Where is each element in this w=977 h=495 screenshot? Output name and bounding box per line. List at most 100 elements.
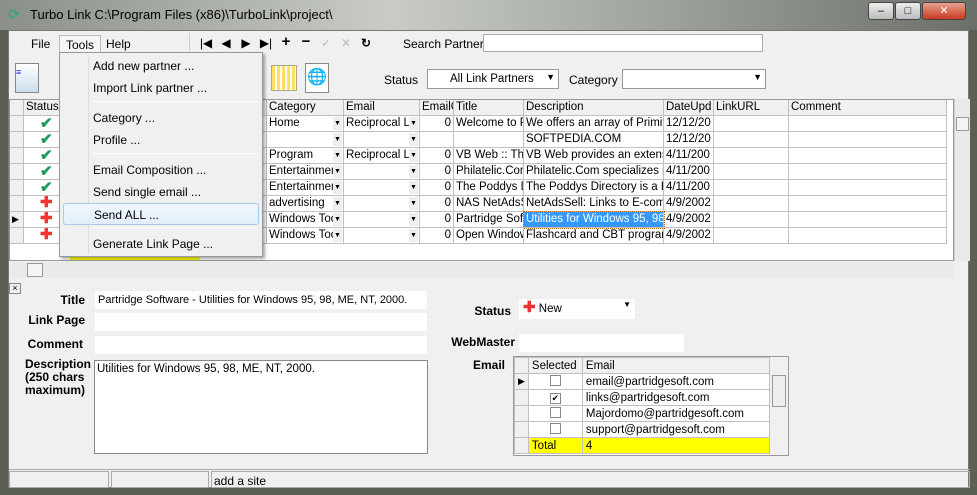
last-record-button[interactable]: ▶|	[257, 36, 275, 50]
column-header[interactable]: LinkURL	[714, 100, 789, 116]
dropdown-icon[interactable]: ▼	[409, 197, 418, 210]
email-cell[interactable]: ▼	[344, 180, 420, 196]
dropdown-icon[interactable]: ▼	[409, 229, 418, 242]
emailc-cell[interactable]: 0	[420, 164, 454, 180]
tools-menu-item[interactable]: Email Composition ...	[63, 159, 259, 181]
column-header[interactable]: Selected	[527, 357, 583, 374]
emailc-cell[interactable]	[420, 132, 454, 148]
dropdown-icon[interactable]: ▼	[333, 197, 342, 210]
comment-cell[interactable]	[789, 116, 947, 132]
description-cell[interactable]: Flashcard and CBT programs	[524, 228, 664, 244]
status-filter-select[interactable]: All Link Partners ▼	[427, 69, 559, 89]
dropdown-icon[interactable]: ▼	[409, 133, 418, 146]
tools-menu-item[interactable]: Import Link partner ...	[63, 77, 259, 99]
dropdown-icon[interactable]: ▼	[333, 213, 342, 226]
linkurl-cell[interactable]	[714, 196, 789, 212]
email-row[interactable]: support@partridgesoft.com	[514, 421, 771, 438]
category-cell[interactable]: Entertainmen ▼	[267, 180, 344, 196]
column-header[interactable]: Category	[267, 100, 344, 116]
partner-list-icon[interactable]: ≡	[15, 63, 39, 93]
delete-record-button[interactable]: −	[297, 33, 315, 50]
email-grid-scrollbar[interactable]	[770, 357, 788, 455]
dropdown-icon[interactable]: ▼	[333, 181, 342, 194]
date-cell[interactable]: 12/12/20	[664, 132, 714, 148]
category-cell[interactable]: Windows Too ▼	[267, 212, 344, 228]
column-header[interactable]: DateUpd	[664, 100, 714, 116]
maximize-button[interactable]: □	[895, 2, 921, 20]
column-header[interactable]: Comment	[789, 100, 947, 116]
title-cell[interactable]	[454, 132, 524, 148]
title-cell[interactable]: Philatelic.Com	[454, 164, 524, 180]
description-cell[interactable]: We offers an array of Primitiv	[524, 116, 664, 132]
email-cell[interactable]: ▼	[344, 164, 420, 180]
dropdown-icon[interactable]: ▼	[333, 149, 342, 162]
emailc-cell[interactable]: 0	[420, 196, 454, 212]
email-cell[interactable]: ▼	[344, 212, 420, 228]
email-row[interactable]: ✔ links@partridgesoft.com	[514, 389, 771, 406]
category-cell[interactable]: ▼	[267, 132, 344, 148]
comment-cell[interactable]	[789, 164, 947, 180]
first-record-button[interactable]: |◀	[197, 36, 215, 50]
add-record-button[interactable]: +	[277, 33, 295, 50]
minimize-button[interactable]: –	[868, 2, 894, 20]
email-row[interactable]: Majordomo@partridgesoft.com	[514, 405, 771, 422]
tools-menu-item[interactable]: Category ...	[63, 107, 259, 129]
column-header[interactable]: EmailC	[420, 100, 454, 116]
menu-file[interactable]: File	[25, 35, 56, 53]
email-cell[interactable]: ▼	[344, 196, 420, 212]
description-textarea[interactable]: Utilities for Windows 95, 98, ME, NT, 20…	[94, 360, 428, 454]
linkurl-cell[interactable]	[714, 180, 789, 196]
emailc-cell[interactable]: 0	[420, 228, 454, 244]
email-cell[interactable]: ▼	[344, 228, 420, 244]
description-cell[interactable]: Philatelic.Com specializes in	[524, 164, 664, 180]
next-record-button[interactable]: ▶	[237, 36, 255, 50]
dropdown-icon[interactable]: ▼	[409, 181, 418, 194]
date-cell[interactable]: 4/9/2002	[664, 212, 714, 228]
email-icon[interactable]	[271, 65, 297, 91]
column-header[interactable]: Email	[344, 100, 420, 116]
selected-checkbox[interactable]	[549, 422, 561, 434]
date-cell[interactable]: 12/12/20	[664, 116, 714, 132]
grid-horizontal-scrollbar[interactable]	[9, 262, 954, 278]
dropdown-icon[interactable]: ▼	[409, 165, 418, 178]
tools-menu-item[interactable]: Send single email ...	[63, 181, 259, 203]
selected-checkbox[interactable]	[549, 374, 561, 386]
linkurl-cell[interactable]	[714, 148, 789, 164]
email-cell[interactable]: Reciprocal Li ▼	[344, 116, 420, 132]
comment-field[interactable]	[95, 336, 427, 354]
dropdown-icon[interactable]: ▼	[333, 117, 342, 130]
comment-cell[interactable]	[789, 212, 947, 228]
tools-menu-item[interactable]: Profile ...	[63, 129, 259, 151]
category-cell[interactable]: Entertainmen ▼	[267, 164, 344, 180]
dropdown-icon[interactable]: ▼	[409, 213, 418, 226]
date-cell[interactable]: 4/11/200	[664, 180, 714, 196]
linkurl-cell[interactable]	[714, 212, 789, 228]
column-header[interactable]: Title	[454, 100, 524, 116]
emailc-cell[interactable]: 0	[420, 180, 454, 196]
title-cell[interactable]: NAS NetAdsS	[454, 196, 524, 212]
cancel-button[interactable]: ✕	[337, 36, 355, 50]
webmaster-field[interactable]	[519, 334, 684, 352]
menu-help[interactable]: Help	[100, 35, 137, 53]
dropdown-icon[interactable]: ▼	[409, 149, 418, 162]
tools-menu-item[interactable]: Generate Link Page ...	[63, 233, 259, 255]
link-page-field[interactable]	[95, 313, 427, 331]
description-cell[interactable]: NetAdsSell: Links to E-comm	[524, 196, 664, 212]
search-partner-input[interactable]	[483, 34, 763, 52]
dropdown-icon[interactable]: ▼	[333, 229, 342, 242]
title-field[interactable]	[95, 291, 427, 309]
category-cell[interactable]: advertising ▼	[267, 196, 344, 212]
title-cell[interactable]: VB Web :: Th	[454, 148, 524, 164]
dropdown-icon[interactable]: ▼	[333, 133, 342, 146]
dropdown-icon[interactable]: ▼	[409, 117, 418, 130]
comment-cell[interactable]	[789, 228, 947, 244]
tools-menu-item[interactable]: Add new partner ...	[63, 55, 259, 77]
email-cell[interactable]: Reciprocal Li ▼	[344, 148, 420, 164]
linkurl-cell[interactable]	[714, 228, 789, 244]
dropdown-icon[interactable]: ▼	[333, 165, 342, 178]
refresh-button[interactable]: ↻	[357, 36, 375, 50]
email-row[interactable]: ▶ email@partridgesoft.com	[514, 373, 771, 390]
category-cell[interactable]: Program ▼	[267, 148, 344, 164]
close-panel-button[interactable]: ×	[9, 283, 21, 294]
tools-menu-item[interactable]: Send ALL ...	[63, 203, 259, 225]
